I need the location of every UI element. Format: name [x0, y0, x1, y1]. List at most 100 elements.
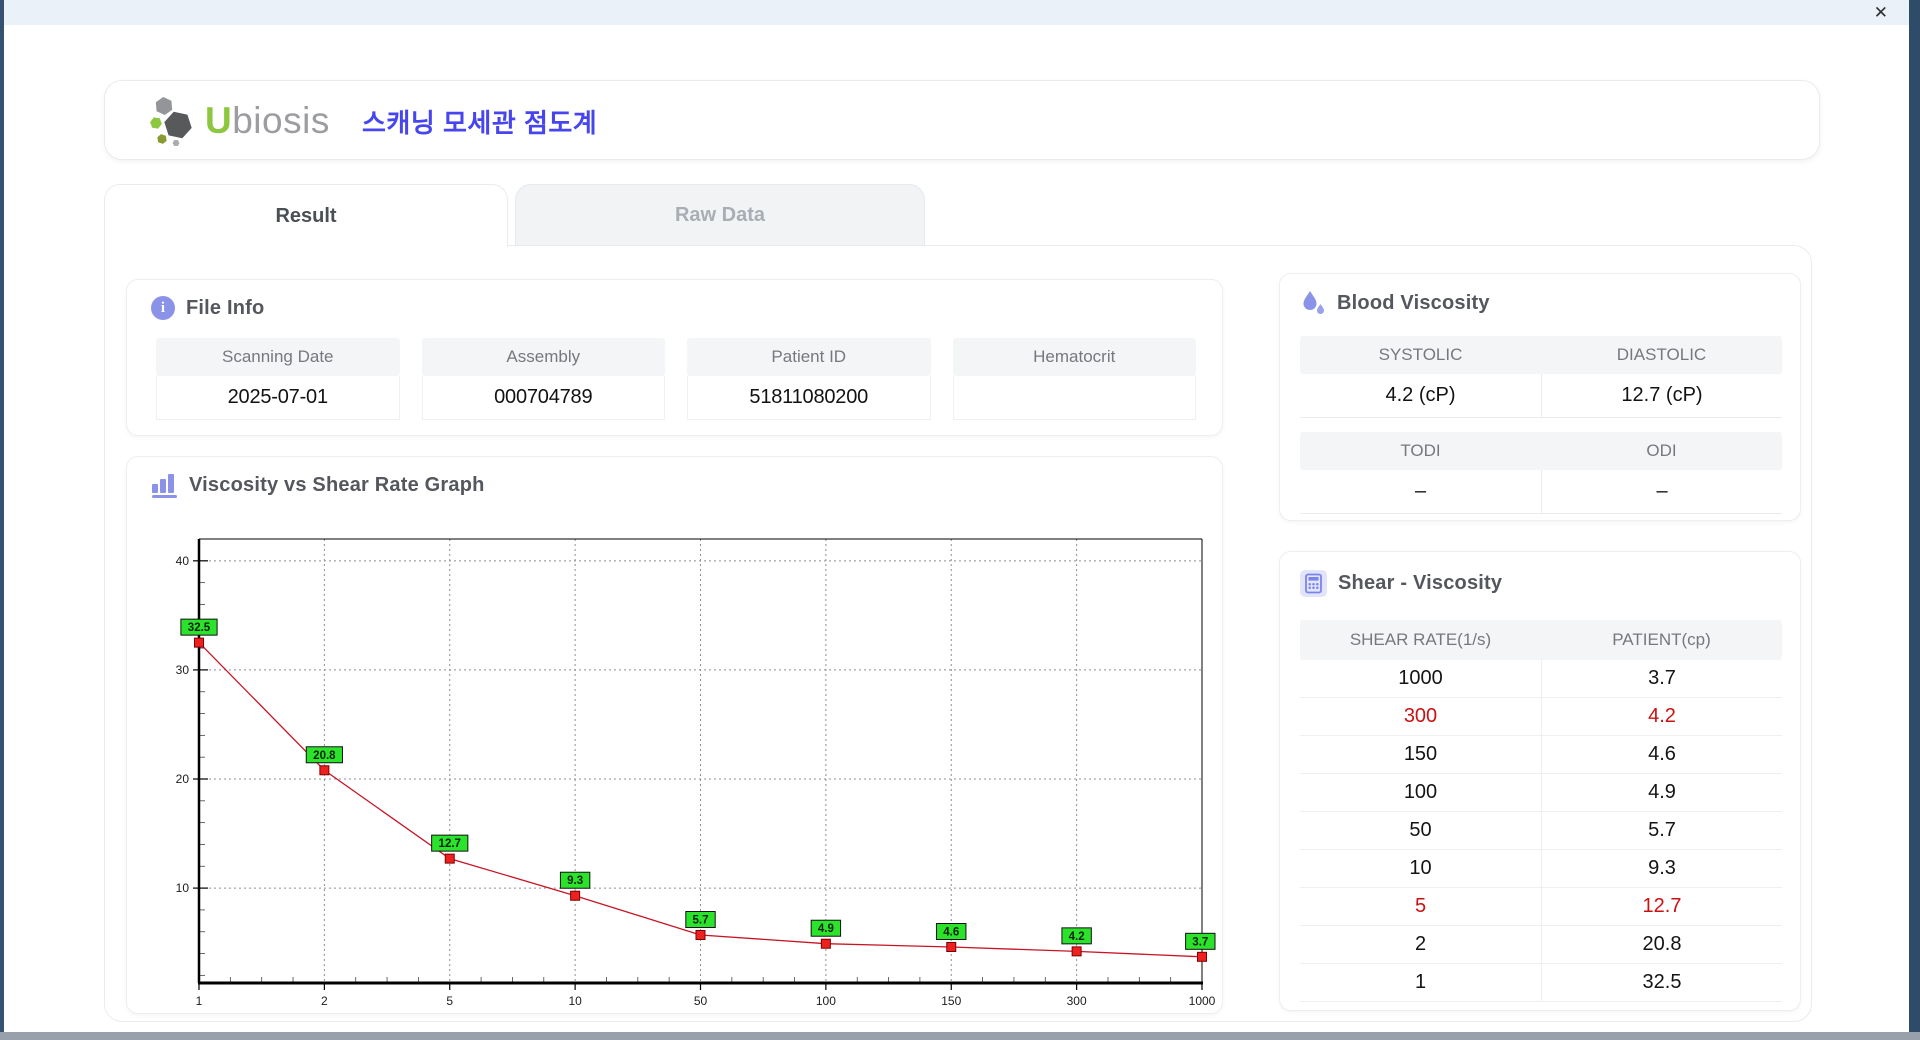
close-icon[interactable]: ✕ — [1874, 3, 1888, 22]
shear-viscosity-title: Shear - Viscosity — [1338, 572, 1503, 594]
svg-text:5: 5 — [446, 994, 453, 1008]
blood-viscosity-title: Blood Viscosity — [1337, 291, 1490, 314]
patient-cell: 4.6 — [1541, 736, 1782, 773]
svg-text:30: 30 — [176, 663, 190, 677]
table-row: 150 4.6 — [1300, 736, 1782, 774]
svg-text:3.7: 3.7 — [1192, 936, 1208, 948]
field-value: 51811080200 — [687, 376, 931, 420]
svg-text:20.8: 20.8 — [313, 750, 336, 762]
ubiosis-logo: Ubiosis — [149, 93, 330, 149]
svg-text:1000: 1000 — [1189, 994, 1216, 1008]
blood-viscosity-table: SYSTOLIC DIASTOLIC 4.2 (cP) 12.7 (cP) TODI OD… — [1300, 336, 1782, 514]
patient-cell: 12.7 — [1541, 888, 1782, 925]
patient-cell: 3.7 — [1541, 660, 1782, 697]
viscosity-graph-card: Viscosity vs Shear Rate Graph 10 20 30 40 1 2… — [126, 456, 1223, 1014]
file-info-field: Assembly 000704789 — [421, 338, 665, 420]
shear-rate-cell: 2 — [1414, 933, 1427, 955]
shear-viscosity-table: SHEAR RATE(1/s) PATIENT(cp) 1000 3.7 300 4.… — [1300, 620, 1782, 1002]
shear-rate-cell: 1 — [1414, 971, 1427, 993]
shear-rate-cell: 10 — [1409, 857, 1432, 879]
shear-rate-cell: 300 — [1403, 705, 1438, 727]
bv-value-row: 4.2 (cP) 12.7 (cP) — [1300, 374, 1782, 418]
page-title: 스캐닝 모세관 점도계 — [362, 107, 598, 138]
svg-text:10: 10 — [176, 881, 190, 895]
svg-text:100: 100 — [816, 994, 836, 1008]
brand-u: U — [205, 100, 233, 141]
horizontal-scrollbar[interactable] — [0, 1032, 1920, 1040]
result-panel: i File Info Scanning Date 2025-07-01 Assem… — [104, 245, 1812, 1022]
water-drops-icon — [1303, 291, 1324, 314]
field-label: Patient ID — [687, 338, 931, 376]
file-info-card: i File Info Scanning Date 2025-07-01 Assem… — [126, 279, 1223, 436]
svg-text:12.7: 12.7 — [439, 838, 461, 850]
bv-header-row: SYSTOLIC DIASTOLIC — [1300, 336, 1782, 374]
svg-text:4.6: 4.6 — [943, 927, 959, 939]
shear-rate-cell: 100 — [1403, 781, 1438, 803]
bv-value: – — [1414, 480, 1427, 502]
window-left-edge — [0, 0, 4, 1040]
blood-viscosity-header: Blood Viscosity — [1300, 290, 1490, 316]
bv-value: – — [1541, 470, 1782, 513]
svg-text:9.3: 9.3 — [567, 875, 583, 887]
shear-rate-cell: 5 — [1414, 895, 1427, 917]
svg-text:5.7: 5.7 — [693, 915, 709, 927]
shear-rate-cell: 1000 — [1398, 667, 1443, 689]
table-row: 10 9.3 — [1300, 850, 1782, 888]
bv-label: DIASTOLIC — [1616, 345, 1707, 364]
bv-label: SYSTOLIC — [1378, 345, 1463, 364]
bv-label: TODI — [1400, 441, 1441, 460]
table-row: 100 4.9 — [1300, 774, 1782, 812]
shear-rate-cell: 50 — [1409, 819, 1432, 841]
table-row: 1000 3.7 — [1300, 660, 1782, 698]
tab-result-label: Result — [275, 204, 337, 227]
shear-viscosity-card: Shear - Viscosity SHEAR RATE(1/s) PATIEN… — [1279, 551, 1801, 1011]
patient-cell: 20.8 — [1541, 926, 1782, 963]
shear-table-header-row: SHEAR RATE(1/s) PATIENT(cp) — [1300, 620, 1782, 660]
patient-cell: 4.9 — [1541, 774, 1782, 811]
svg-text:10: 10 — [568, 994, 582, 1008]
svg-text:150: 150 — [941, 994, 961, 1008]
app-header: Ubiosis 스캐닝 모세관 점도계 — [104, 80, 1820, 160]
svg-text:50: 50 — [694, 994, 708, 1008]
bv-label: ODI — [1646, 441, 1677, 460]
field-label: Scanning Date — [156, 338, 400, 376]
bar-chart-icon — [152, 474, 177, 498]
shear-rate-column-header: SHEAR RATE(1/s) — [1349, 630, 1492, 649]
patient-cell: 4.2 — [1541, 698, 1782, 735]
table-row: 300 4.2 — [1300, 698, 1782, 736]
tab-raw-data[interactable]: Raw Data — [515, 184, 925, 247]
bv-header-row: TODI ODI — [1300, 432, 1782, 470]
graph-title: Viscosity vs Shear Rate Graph — [189, 474, 485, 496]
blood-viscosity-card: Blood Viscosity SYSTOLIC DIASTOLIC 4.2 (cP… — [1279, 273, 1801, 521]
shear-rate-cell: 150 — [1403, 743, 1438, 765]
brand-wordmark: Ubiosis — [205, 100, 330, 142]
tab-raw-data-label: Raw Data — [674, 204, 766, 226]
hexagon-logo-icon — [150, 97, 192, 146]
bv-value: 4.2 (cP) — [1385, 384, 1456, 406]
info-icon: i — [151, 296, 175, 320]
svg-text:20: 20 — [176, 772, 190, 786]
file-info-field: Hematocrit — [952, 338, 1196, 420]
window-right-edge — [1909, 0, 1920, 1040]
graph-header: Viscosity vs Shear Rate Graph — [151, 473, 485, 498]
svg-text:4.9: 4.9 — [818, 923, 834, 935]
field-label: Assembly — [421, 338, 665, 376]
patient-cell: 32.5 — [1541, 964, 1782, 1001]
calculator-icon — [1300, 570, 1327, 597]
field-value: 2025-07-01 — [156, 376, 400, 420]
window-titlebar: ✕ — [0, 0, 1920, 25]
file-info-field: Scanning Date 2025-07-01 — [156, 338, 400, 420]
viscosity-shear-chart: 10 20 30 40 1 2 5 10 50 100 150 300 1000 32.5 20.8 12.7… — [176, 538, 1216, 1008]
file-info-title: File Info — [186, 296, 265, 319]
svg-text:4.2: 4.2 — [1069, 931, 1085, 943]
file-info-field: Patient ID 51811080200 — [687, 338, 931, 420]
svg-text:2: 2 — [321, 994, 328, 1008]
tab-result[interactable]: Result — [104, 184, 508, 247]
field-label: Hematocrit — [952, 338, 1196, 376]
shear-viscosity-header: Shear - Viscosity — [1300, 570, 1502, 597]
patient-cell: 5.7 — [1541, 812, 1782, 849]
svg-text:1: 1 — [196, 994, 203, 1008]
svg-text:32.5: 32.5 — [188, 622, 211, 634]
table-row: 5 12.7 — [1300, 888, 1782, 926]
